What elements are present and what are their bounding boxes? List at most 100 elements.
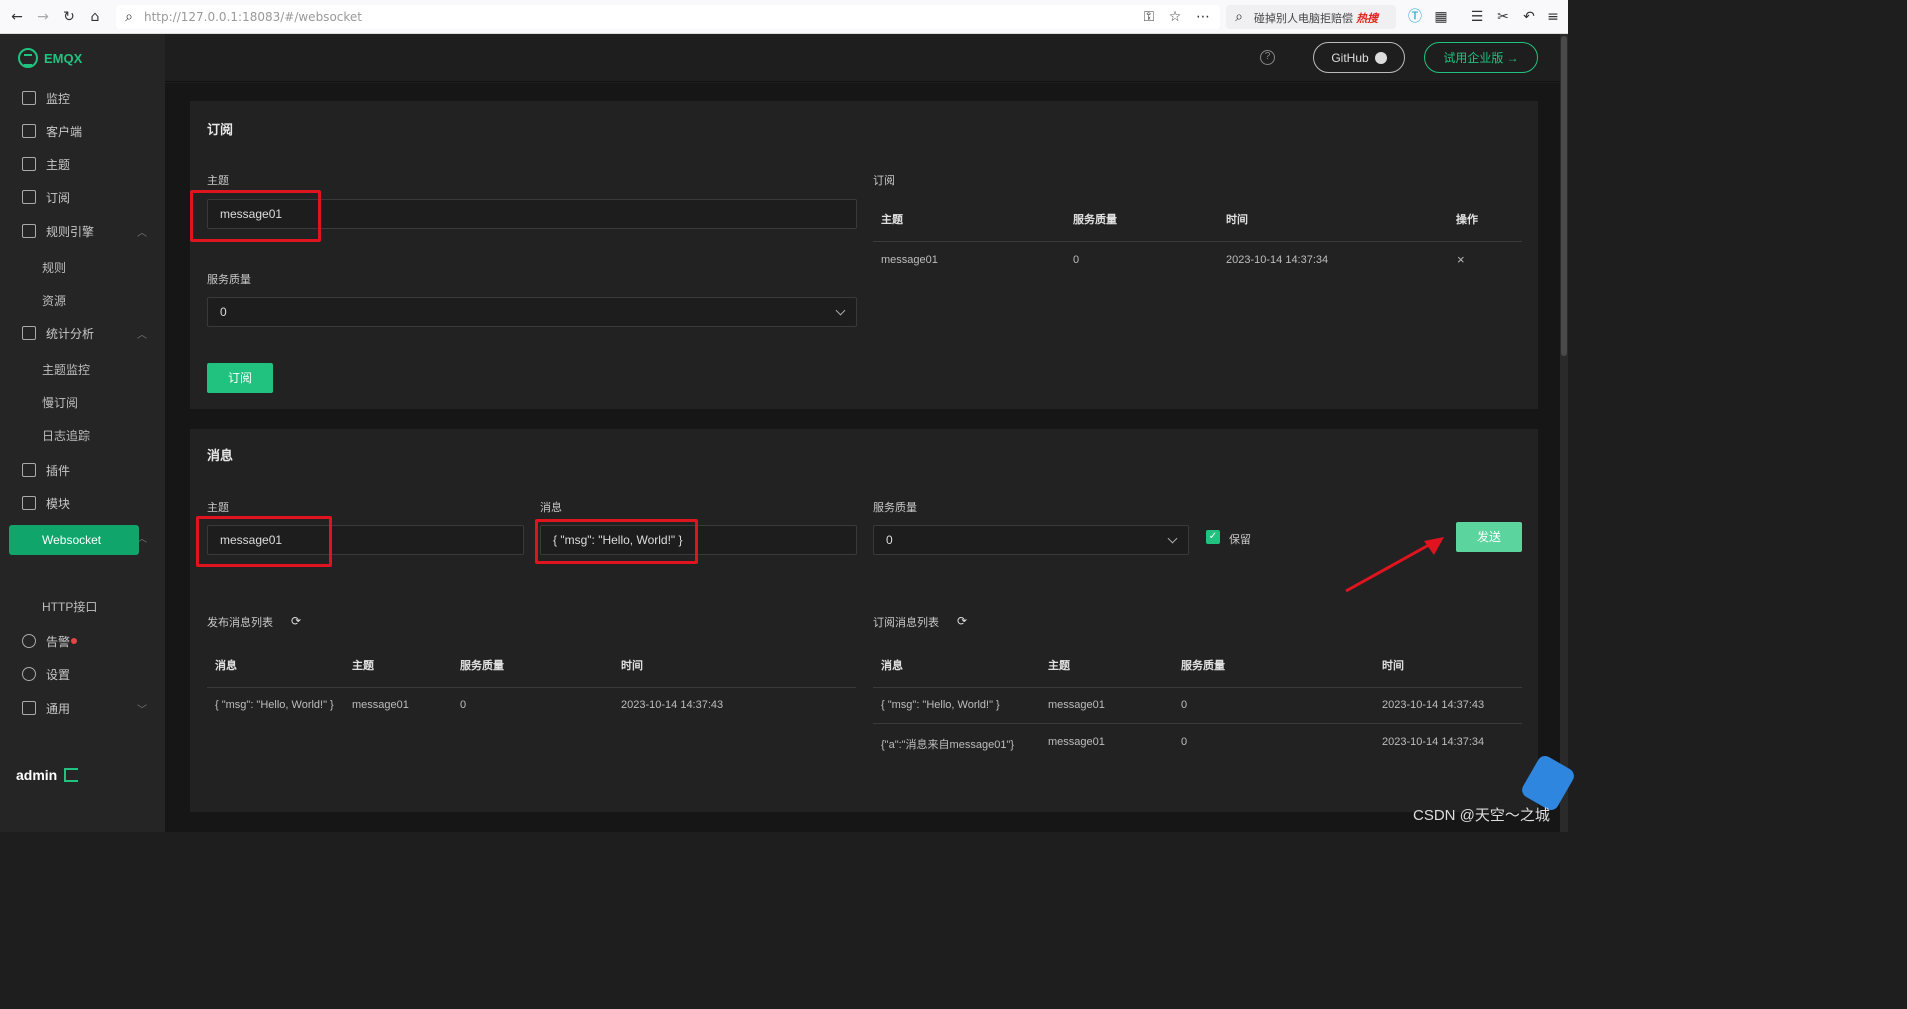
sidebar-item-trace[interactable]: 日志追踪 — [42, 427, 90, 444]
sidebar-item-analysis[interactable]: 统计分析 ︿ — [0, 319, 165, 347]
column-header: 服务质量 — [1181, 660, 1225, 672]
sidebar-item-label: 订阅 — [46, 190, 71, 205]
send-button[interactable]: 发送 — [1456, 522, 1522, 552]
divider — [873, 723, 1522, 724]
retain-label: 保留 — [1229, 534, 1251, 546]
sidebar-item-label: 插件 — [46, 463, 71, 478]
sidebar-item-topics[interactable]: 主题 — [0, 150, 165, 178]
red-arrow-annotation — [1345, 537, 1444, 593]
brand-name: EMQX — [44, 50, 83, 66]
scissors-icon[interactable]: ✂ — [1494, 8, 1512, 26]
logo[interactable]: EMQX — [18, 48, 82, 68]
sidebar-item-label: 通用 — [46, 701, 71, 716]
reload-icon[interactable]: ↻ — [60, 8, 78, 26]
retain-checkbox[interactable]: ✓ — [1206, 530, 1220, 544]
forward-icon[interactable]: → — [34, 8, 52, 26]
sidebar-item-websocket[interactable]: Websocket — [9, 525, 139, 555]
divider — [207, 687, 856, 688]
emqx-logo-icon — [18, 48, 38, 68]
translate-icon[interactable]: Ⓣ — [1406, 8, 1424, 26]
favorites-icon[interactable]: ☰ — [1468, 8, 1486, 26]
subscriptions-icon — [22, 190, 36, 204]
sidebar-item-clients[interactable]: 客户端 — [0, 117, 165, 145]
scrollbar-thumb[interactable] — [1561, 36, 1567, 356]
sidebar-item-label: 监控 — [46, 91, 71, 106]
watermark: CSDN @天空～之城 — [1413, 807, 1550, 824]
url-text: http://127.0.0.1:18083/#/websocket — [144, 10, 362, 24]
alarm-dot — [71, 638, 78, 644]
subscribe-topic-label: 主题 — [207, 175, 229, 187]
hot-badge: 热搜 — [1356, 13, 1379, 25]
github-button[interactable]: GitHub — [1313, 42, 1405, 73]
message-qos-select[interactable]: 0 — [873, 525, 1189, 555]
subscribe-button[interactable]: 订阅 — [207, 363, 273, 393]
back-icon[interactable]: ← — [8, 8, 26, 26]
received-list-title: 订阅消息列表 — [873, 617, 939, 629]
key-icon[interactable]: ⚿ — [1140, 8, 1158, 26]
search-suggestion: 碰掉别人电脑拒赔偿 — [1254, 13, 1353, 25]
menu-icon[interactable]: ≡ — [1544, 8, 1562, 26]
column-header: 时间 — [621, 660, 643, 672]
help-icon[interactable]: ? — [1260, 50, 1275, 65]
sidebar-item-label: 告警 — [46, 634, 71, 649]
unsubscribe-close-icon[interactable]: × — [1457, 252, 1465, 267]
table-cell: 2023-10-14 14:37:34 — [1382, 736, 1485, 748]
table-cell: 2023-10-14 14:37:43 — [621, 699, 724, 711]
column-header: 服务质量 — [460, 660, 504, 672]
subscribe-card-title: 订阅 — [207, 122, 234, 137]
apps-icon[interactable]: ▦ — [1432, 8, 1450, 26]
monitor-icon — [22, 91, 36, 105]
chevron-down-icon: ﹀ — [137, 704, 147, 716]
sidebar-item-label: 模块 — [46, 496, 71, 511]
message-topic-label: 主题 — [207, 502, 229, 514]
table-cell: { "msg": "Hello, World!" } — [215, 699, 334, 711]
subscribe-qos-select[interactable]: 0 — [207, 297, 857, 327]
plugins-icon — [22, 463, 36, 477]
sidebar-item-slow-subs[interactable]: 慢订阅 — [42, 394, 78, 411]
highlight-box — [190, 190, 321, 242]
github-label: GitHub — [1331, 50, 1369, 65]
sidebar-item-alarms[interactable]: 告警 — [0, 627, 165, 655]
sidebar-item-subscriptions[interactable]: 订阅 — [0, 183, 165, 211]
chevron-up-icon: ︿ — [137, 227, 147, 239]
subscribe-card — [190, 101, 1538, 409]
sidebar-item-general[interactable]: 通用 ﹀ — [0, 694, 165, 722]
undo-icon[interactable]: ↶ — [1520, 8, 1538, 26]
sidebar-item-http-api[interactable]: HTTP接口 — [42, 598, 97, 615]
sidebar-item-resources[interactable]: 资源 — [42, 292, 66, 309]
table-cell: {"a":"消息来自message01"} — [881, 739, 1015, 751]
sidebar-item-label: 客户端 — [46, 124, 83, 139]
divider — [873, 687, 1522, 688]
sidebar-item-monitor[interactable]: 监控 — [0, 84, 165, 112]
clients-icon — [22, 124, 36, 138]
sidebar-item-rule-engine[interactable]: 规则引擎 ︿ — [0, 217, 165, 245]
sidebar-item-label: 统计分析 — [46, 326, 95, 341]
sidebar-item-plugins[interactable]: 插件 — [0, 456, 165, 484]
message-payload-label: 消息 — [540, 502, 562, 514]
published-list-title: 发布消息列表 — [207, 617, 273, 629]
star-icon[interactable]: ☆ — [1166, 8, 1184, 26]
divider — [873, 241, 1522, 242]
highlight-box — [535, 519, 698, 564]
search-icon: ⌕ — [125, 9, 133, 25]
home-icon[interactable]: ⌂ — [86, 8, 104, 26]
browser-search-box[interactable]: ⌕ 碰掉别人电脑拒赔偿 热搜 — [1226, 5, 1396, 29]
column-header: 主题 — [881, 214, 903, 226]
try-enterprise-button[interactable]: 试用企业版 → — [1424, 42, 1538, 73]
more-icon[interactable]: ⋯ — [1194, 8, 1212, 26]
sidebar-item-label: 主题 — [46, 157, 71, 172]
chevron-down-icon — [1167, 533, 1178, 544]
address-bar[interactable]: ⌕ http://127.0.0.1:18083/#/websocket ⚿ ☆… — [116, 5, 1220, 29]
browser-toolbar: ← → ↻ ⌂ ⌕ http://127.0.0.1:18083/#/webso… — [0, 0, 1568, 34]
refresh-icon[interactable]: ⟳ — [291, 614, 301, 628]
sidebar-item-rules[interactable]: 规则 — [42, 259, 66, 276]
sidebar-item-modules[interactable]: 模块 — [0, 489, 165, 517]
github-icon — [1374, 51, 1387, 64]
analysis-icon — [22, 326, 36, 340]
table-cell: { "msg": "Hello, World!" } — [881, 699, 1000, 711]
sidebar-item-settings[interactable]: 设置 — [0, 660, 165, 688]
sidebar-item-topic-metrics[interactable]: 主题监控 — [42, 361, 90, 378]
refresh-icon[interactable]: ⟳ — [957, 614, 967, 628]
logout-icon[interactable] — [64, 768, 78, 782]
column-header: 时间 — [1226, 214, 1248, 226]
